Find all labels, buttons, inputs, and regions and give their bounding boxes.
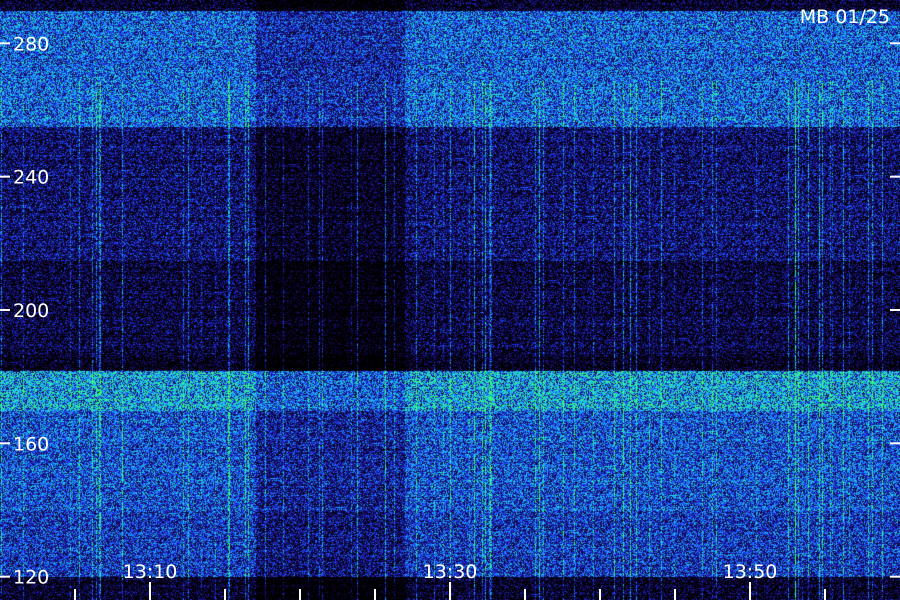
x-tick-label-50: 13:50: [723, 561, 778, 583]
y-tick-label-160: 160: [13, 433, 49, 455]
heatmap-image: [0, 0, 900, 600]
y-tick-label-240: 240: [13, 167, 49, 189]
chart-title: MB 01/25: [800, 6, 890, 28]
y-tick-label-280: 280: [13, 33, 49, 55]
y-tick-label-200: 200: [13, 300, 49, 322]
x-tick-label-30: 13:30: [423, 561, 478, 583]
x-tick-label-10: 13:10: [123, 561, 178, 583]
spectrogram-chart: 280 240 200 160 120 13:10 13:30 13:50 MB 01/25: [0, 0, 900, 600]
y-tick-label-120: 120: [13, 567, 49, 589]
